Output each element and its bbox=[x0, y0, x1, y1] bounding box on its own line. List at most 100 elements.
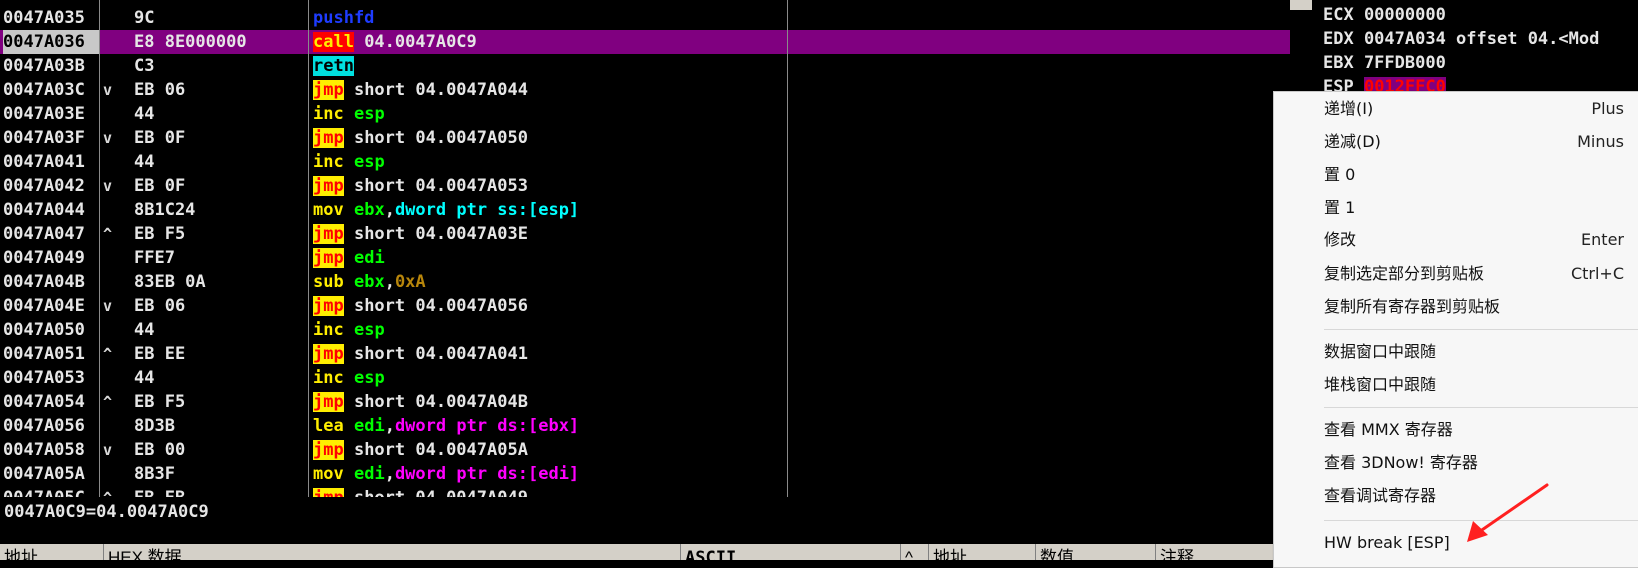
disasm-row[interactable]: 0047A03B C3 retn bbox=[0, 54, 1290, 78]
menu-item-label: 复制选定部分到剪贴板 bbox=[1324, 264, 1485, 283]
register-edx[interactable]: EDX 0047A034 offset 04.<Mod bbox=[1323, 29, 1599, 49]
disasm-row[interactable]: 0047A03F v EB 0F jmp short 04.0047A050 bbox=[0, 126, 1290, 150]
row-operand: 0xA bbox=[394, 272, 426, 292]
row-address: 0047A056 bbox=[3, 416, 85, 436]
disasm-row[interactable]: 0047A054 ^ EB F5 jmp short 04.0047A04B bbox=[0, 390, 1290, 414]
row-mnemonic: lea bbox=[313, 416, 344, 436]
row-address: 0047A049 bbox=[3, 248, 85, 268]
disasm-row[interactable]: 0047A044 8B1C24 mov ebx,dword ptr ss:[esp] bbox=[0, 198, 1290, 222]
row-operand: short 04.0047A053 bbox=[343, 176, 528, 196]
stack-scroll-up-icon[interactable]: ^ bbox=[900, 544, 913, 560]
disasm-row[interactable]: 0047A035 9C pushfd bbox=[0, 6, 1290, 30]
row-address: 0047A04B bbox=[3, 272, 85, 292]
menu-item-modify[interactable]: 修改 Enter bbox=[1324, 226, 1624, 254]
row-disassembly: pushfd bbox=[313, 6, 374, 30]
disasm-row[interactable]: 0047A03C v EB 06 jmp short 04.0047A044 bbox=[0, 78, 1290, 102]
row-hex: C3 bbox=[134, 56, 155, 76]
row-operand bbox=[344, 104, 354, 124]
disasm-row[interactable]: 0047A03E 44 inc esp bbox=[0, 102, 1290, 126]
disasm-row[interactable]: 0047A056 8D3B lea edi,dword ptr ds:[ebx] bbox=[0, 414, 1290, 438]
menu-item-decrement[interactable]: 递减(D) Minus bbox=[1324, 128, 1624, 156]
row-disassembly: jmp edi bbox=[313, 246, 385, 270]
menu-item-copy-all-registers[interactable]: 复制所有寄存器到剪贴板 bbox=[1324, 293, 1624, 321]
disasm-row[interactable]: 0047A041 44 inc esp bbox=[0, 150, 1290, 174]
row-disassembly: call 04.0047A0C9 bbox=[313, 30, 477, 54]
row-hex: 8D3B bbox=[134, 416, 175, 436]
row-mnemonic: inc bbox=[313, 368, 344, 388]
row-operand bbox=[344, 152, 354, 172]
jump-up-marker: ^ bbox=[103, 486, 112, 497]
menu-item-set-one[interactable]: 置 1 bbox=[1324, 194, 1624, 222]
menu-item-set-zero[interactable]: 置 0 bbox=[1324, 161, 1624, 189]
row-hex: 44 bbox=[134, 152, 155, 172]
row-hex: EB 00 bbox=[134, 440, 186, 460]
register-ecx[interactable]: ECX 00000000 bbox=[1323, 5, 1446, 25]
menu-item-label: 递减(D) bbox=[1324, 132, 1381, 151]
menu-item-follow-in-dump[interactable]: 数据窗口中跟随 bbox=[1324, 338, 1624, 366]
stack-col-comment[interactable]: 注释 bbox=[1155, 544, 1194, 560]
disasm-row[interactable]: 0047A05C ^ EB EB jmp short 04.0047A049 bbox=[0, 486, 1290, 497]
disasm-row[interactable]: 0047A050 44 inc esp bbox=[0, 318, 1290, 342]
disasm-row[interactable]: 0047A049 FFE7 jmp edi bbox=[0, 246, 1290, 270]
dump-header: 地址 HEX 数据 ASCII ^ 地址 数值 注释 bbox=[0, 544, 1275, 560]
row-operand: edi bbox=[353, 464, 385, 484]
row-operand: short 04.0047A03E bbox=[343, 224, 528, 244]
address-column-divider bbox=[99, 0, 100, 497]
dump-col-ascii[interactable]: ASCII bbox=[680, 544, 736, 560]
row-disassembly: jmp short 04.0047A056 bbox=[313, 294, 528, 318]
row-disassembly: jmp short 04.0047A053 bbox=[313, 174, 528, 198]
row-hex: 8B1C24 bbox=[134, 200, 196, 220]
stack-col-address[interactable]: 地址 bbox=[928, 544, 967, 560]
menu-item-view-mmx[interactable]: 查看 MMX 寄存器 bbox=[1324, 416, 1624, 444]
dump-col-hex[interactable]: HEX 数据 bbox=[103, 544, 182, 560]
disasm-row[interactable]: 0047A042 v EB 0F jmp short 04.0047A053 bbox=[0, 174, 1290, 198]
jump-down-marker: v bbox=[103, 81, 113, 99]
register-ebx[interactable]: EBX 7FFDB000 bbox=[1323, 53, 1446, 73]
row-mnemonic: inc bbox=[313, 152, 344, 172]
disasm-row[interactable]: 0047A04E v EB 06 jmp short 04.0047A056 bbox=[0, 294, 1290, 318]
dump-col-address[interactable]: 地址 bbox=[0, 544, 38, 560]
jump-down-marker: v bbox=[103, 297, 113, 315]
disasm-row[interactable]: 0047A051 ^ EB EE jmp short 04.0047A041 bbox=[0, 342, 1290, 366]
registers-scrollbar[interactable] bbox=[1290, 0, 1312, 10]
row-address: 0047A03B bbox=[3, 56, 85, 76]
menu-item-copy-selection[interactable]: 复制选定部分到剪贴板 Ctrl+C bbox=[1324, 260, 1624, 288]
disassembly-pane[interactable]: 0047A035 9C pushfd 0047A036 E8 8E000000 call … bbox=[0, 0, 1290, 497]
row-disassembly: jmp short 04.0047A05A bbox=[313, 438, 528, 462]
row-operand: dword ptr ds:[ebx] bbox=[394, 416, 580, 436]
disasm-row[interactable]: 0047A04B 83EB 0A sub ebx,0xA bbox=[0, 270, 1290, 294]
row-operand: , bbox=[384, 416, 395, 436]
menu-item-follow-in-stack[interactable]: 堆栈窗口中跟随 bbox=[1324, 371, 1624, 399]
row-hex: 9C bbox=[134, 8, 155, 28]
row-address: 0047A054 bbox=[3, 392, 85, 412]
row-operand: esp bbox=[353, 320, 385, 340]
menu-item-increment[interactable]: 递增(I) Plus bbox=[1324, 95, 1624, 123]
disasm-row[interactable]: 0047A053 44 inc esp bbox=[0, 366, 1290, 390]
jump-up-marker: ^ bbox=[103, 345, 113, 363]
row-address: 0047A044 bbox=[3, 200, 85, 220]
row-disassembly: sub ebx,0xA bbox=[313, 270, 426, 294]
stack-col-value[interactable]: 数值 bbox=[1035, 544, 1074, 560]
row-address: 0047A03C bbox=[3, 80, 85, 100]
row-operand bbox=[344, 272, 354, 292]
menu-item-shortcut: Ctrl+C bbox=[1570, 264, 1624, 283]
disasm-row[interactable]: 0047A047 ^ EB F5 jmp short 04.0047A03E bbox=[0, 222, 1290, 246]
menu-item-view-3dnow[interactable]: 查看 3DNow! 寄存器 bbox=[1324, 449, 1624, 477]
disasm-row[interactable]: 0047A05A 8B3F mov edi,dword ptr ds:[edi] bbox=[0, 462, 1290, 486]
row-operand: short 04.0047A05A bbox=[343, 440, 528, 460]
disasm-row-selected[interactable]: 0047A036 E8 8E000000 call 04.0047A0C9 bbox=[0, 30, 1290, 54]
row-hex: EB 06 bbox=[134, 296, 186, 316]
row-operand: short 04.0047A04B bbox=[343, 392, 528, 412]
row-operand: short 04.0047A049 bbox=[344, 488, 528, 497]
info-pane: 0047A0C9=04.0047A0C9 bbox=[0, 499, 1275, 539]
row-disassembly: inc esp bbox=[313, 102, 385, 126]
row-hex: EB F5 bbox=[134, 392, 186, 412]
row-disassembly: jmp short 04.0047A050 bbox=[313, 126, 528, 150]
menu-item-label: 数据窗口中跟随 bbox=[1324, 342, 1437, 361]
row-mnemonic: jmp bbox=[313, 80, 344, 100]
row-operand bbox=[344, 416, 354, 436]
row-disassembly: jmp short 04.0047A049 bbox=[313, 486, 528, 497]
disasm-row[interactable]: 0047A058 v EB 00 jmp short 04.0047A05A bbox=[0, 438, 1290, 462]
row-mnemonic: retn bbox=[313, 56, 354, 76]
row-mnemonic: jmp bbox=[313, 488, 344, 497]
